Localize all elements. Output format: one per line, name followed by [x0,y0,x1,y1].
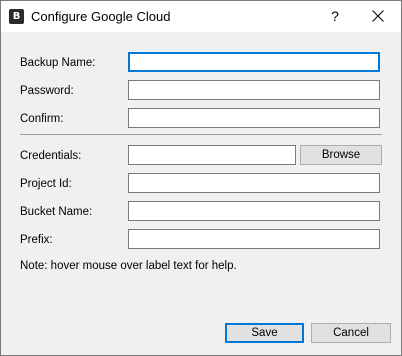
bucket-name-label: Bucket Name: [20,206,93,218]
app-icon: B [9,9,24,24]
project-id-label: Project Id: [20,178,72,190]
backup-name-label: Backup Name: [20,57,96,69]
close-button[interactable] [361,1,395,32]
bucket-name-input[interactable] [128,201,380,221]
cancel-button[interactable]: Cancel [311,323,391,343]
dialog-window: B Configure Google Cloud ? Backup Name: … [0,0,402,356]
credentials-label: Credentials: [20,150,82,162]
project-id-input[interactable] [128,173,380,193]
help-icon[interactable]: ? [321,1,349,32]
title-bar: B Configure Google Cloud ? [1,1,401,32]
section-divider [20,134,382,135]
prefix-label: Prefix: [20,234,53,246]
save-button[interactable]: Save [225,323,304,343]
password-label: Password: [20,85,74,97]
confirm-label: Confirm: [20,113,64,125]
confirm-password-input[interactable] [128,108,380,128]
backup-name-input[interactable] [128,52,380,72]
credentials-input[interactable] [128,145,296,165]
window-title: Configure Google Cloud [31,9,171,24]
password-input[interactable] [128,80,380,100]
browse-button[interactable]: Browse [300,145,382,165]
close-icon [372,10,384,22]
help-note: Note: hover mouse over label text for he… [20,260,237,272]
prefix-input[interactable] [128,229,380,249]
